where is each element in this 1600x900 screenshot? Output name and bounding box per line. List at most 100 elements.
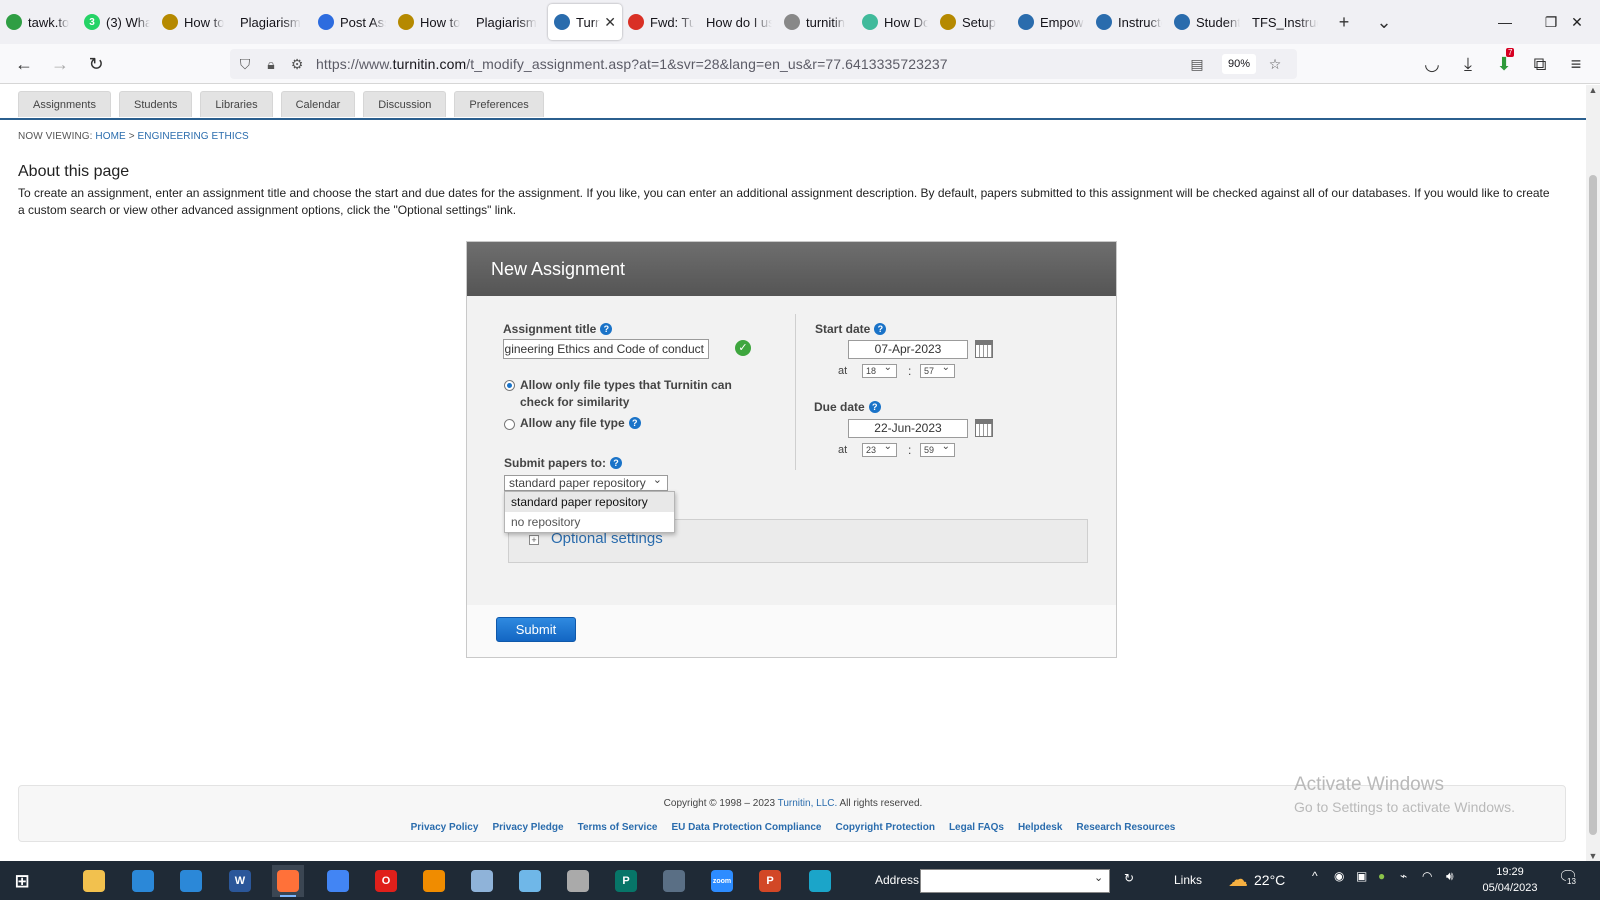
notifications-icon[interactable]: 🗨︎13	[1558, 867, 1578, 887]
radio-allow-only-label[interactable]: Allow only file types that Turnitin can …	[520, 377, 750, 411]
close-tab-icon[interactable]: ✕	[604, 14, 616, 31]
zoom-icon[interactable]: zoom	[706, 865, 738, 897]
chrome-icon[interactable]	[322, 865, 354, 897]
help-icon[interactable]: ?	[868, 401, 881, 413]
browser-tab[interactable]: tawk.to	[0, 4, 78, 40]
edge-icon[interactable]	[804, 865, 836, 897]
browser-tab[interactable]: How to	[156, 4, 234, 40]
repository-option[interactable]: standard paper repository	[505, 492, 674, 512]
footer-link[interactable]: Privacy Pledge	[492, 822, 563, 833]
pocket-icon[interactable]: ◡	[1418, 50, 1446, 78]
store-icon[interactable]	[127, 865, 159, 897]
due-hour-select[interactable]: 23	[862, 441, 897, 457]
tab-libraries[interactable]: Libraries	[200, 91, 273, 117]
footer-link[interactable]: Legal FAQs	[949, 822, 1004, 833]
calendar-icon[interactable]	[975, 340, 993, 358]
start-hour-select[interactable]: 18	[862, 362, 897, 378]
scrollbar-thumb[interactable]	[1589, 175, 1597, 835]
scroll-up-icon[interactable]: ▲	[1586, 85, 1600, 95]
back-icon[interactable]: ←	[10, 50, 38, 78]
footer-link[interactable]: Copyright Protection	[835, 822, 934, 833]
radio-allow-any-label[interactable]: Allow any file type?	[520, 415, 641, 432]
clock[interactable]: 19:29 05/04/2023	[1482, 864, 1538, 896]
browser-tab[interactable]: How do I use	[700, 4, 778, 40]
help-icon[interactable]: ?	[600, 323, 613, 335]
browser-tab[interactable]: Plagiarism	[234, 4, 312, 40]
browser-tab[interactable]: How Do	[856, 4, 934, 40]
opera-icon[interactable]: O	[370, 865, 402, 897]
scanner-icon[interactable]	[562, 865, 594, 897]
browser-tab[interactable]: Fwd: Turnitin	[622, 4, 700, 40]
tab-calendar[interactable]: Calendar	[280, 91, 356, 117]
repository-option[interactable]: no repository	[505, 512, 674, 532]
lock-icon[interactable]: 🔒︎	[260, 53, 282, 75]
url-text[interactable]: https://www.turnitin.com/t_modify_assign…	[316, 56, 948, 72]
submit-button[interactable]: Submit	[496, 617, 576, 642]
breadcrumb-current-link[interactable]: ENGINEERING ETHICS	[138, 131, 249, 142]
record-icon[interactable]: ◉	[1334, 869, 1344, 883]
browser-tab[interactable]: 3 (3) WhatsApp	[78, 4, 156, 40]
calculator-icon[interactable]	[658, 865, 690, 897]
due-minute-select[interactable]: 59	[920, 441, 955, 457]
tab-students[interactable]: Students	[118, 91, 193, 117]
footer-link[interactable]: Research Resources	[1076, 822, 1175, 833]
tracking-shield-icon[interactable]: ⛉	[234, 53, 256, 75]
browser-tab[interactable]: Setup	[934, 4, 1012, 40]
browser-tab[interactable]: TFS_Instructor	[1246, 4, 1324, 40]
address-go-icon[interactable]: ↻	[1124, 871, 1134, 885]
url-bar[interactable]: ⛉ 🔒︎ ⚙ https://www.turnitin.com/t_modify…	[230, 49, 1297, 79]
calendar-icon[interactable]	[975, 419, 993, 437]
radio-allow-any-type[interactable]	[504, 419, 515, 430]
tab-preferences[interactable]: Preferences	[454, 91, 544, 117]
turnitin-link[interactable]: Turnitin, LLC.	[778, 798, 838, 809]
tab-assignments[interactable]: Assignments	[18, 91, 111, 117]
footer-link[interactable]: EU Data Protection Compliance	[671, 822, 821, 833]
browser-tab[interactable]: Post Assignment	[312, 4, 392, 40]
start-minute-select[interactable]: 57	[920, 362, 955, 378]
browser-tab[interactable]: Empower	[1012, 4, 1090, 40]
tray-chevron-icon[interactable]: ^	[1312, 869, 1318, 883]
help-icon[interactable]: ?	[628, 417, 641, 429]
browser-tab[interactable]: Turnitin✕	[548, 4, 622, 40]
start-date-input[interactable]: 07-Apr-2023	[848, 340, 968, 359]
wifi-icon[interactable]: ◠	[1422, 869, 1432, 883]
browser-tab[interactable]: turnitin	[778, 4, 856, 40]
paint-icon[interactable]	[466, 865, 498, 897]
new-tab-icon[interactable]: +	[1324, 4, 1364, 40]
vertical-scrollbar[interactable]: ▲ ▼	[1586, 85, 1600, 861]
radio-allow-only-types[interactable]	[504, 380, 515, 391]
expand-plus-icon[interactable]: +	[529, 535, 539, 545]
publisher-icon[interactable]: P	[610, 865, 642, 897]
reader-view-icon[interactable]: ▤	[1186, 53, 1208, 75]
address-toolbar-input[interactable]	[920, 869, 1110, 893]
browser-tab[interactable]: Student	[1168, 4, 1246, 40]
tray-app-icon[interactable]: ●	[1378, 869, 1385, 883]
extensions-puzzle-icon[interactable]: ⧉	[1526, 50, 1554, 78]
menu-icon[interactable]: ≡	[1562, 50, 1590, 78]
extension-icon[interactable]: ⬇ 7	[1490, 48, 1518, 78]
breadcrumb-home-link[interactable]: HOME	[95, 131, 125, 142]
windows-start-icon[interactable]: ⊞	[6, 865, 38, 897]
scroll-down-icon[interactable]: ▼	[1586, 851, 1600, 861]
weather-icon[interactable]: ☁	[1228, 867, 1248, 892]
meet-now-icon[interactable]: ▣	[1356, 869, 1367, 883]
weather-temperature[interactable]: 22°C	[1254, 872, 1285, 888]
browser-tab[interactable]: Plagiarism	[470, 4, 548, 40]
volume-icon[interactable]: 🔊︎	[1446, 869, 1454, 884]
minimize-icon[interactable]: —	[1482, 0, 1528, 44]
permissions-icon[interactable]: ⚙	[286, 53, 308, 75]
power-icon[interactable]: ⌁	[1400, 869, 1407, 883]
downloads-icon[interactable]: ⤓	[1454, 50, 1482, 78]
due-date-input[interactable]: 22-Jun-2023	[848, 419, 968, 438]
mail-icon[interactable]	[175, 865, 207, 897]
browser-tab[interactable]: Instructor	[1090, 4, 1168, 40]
word-icon[interactable]: W	[224, 865, 256, 897]
footer-link[interactable]: Helpdesk	[1018, 822, 1062, 833]
footer-link[interactable]: Privacy Policy	[411, 822, 479, 833]
vlc-icon[interactable]	[418, 865, 450, 897]
assignment-title-input[interactable]: Engineering Ethics and Code of conduct	[503, 339, 709, 359]
reload-icon[interactable]: ↻	[82, 50, 110, 78]
repository-select[interactable]: standard paper repository	[504, 473, 668, 491]
browser-tab[interactable]: How to	[392, 4, 470, 40]
zoom-level[interactable]: 90%	[1222, 54, 1257, 74]
